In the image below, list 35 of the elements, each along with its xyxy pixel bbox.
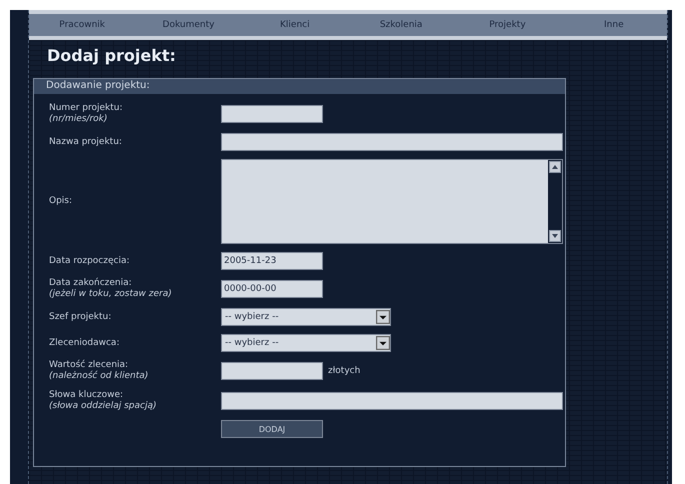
field-label: Szef projektu: <box>49 312 112 322</box>
page-title: Dodaj projekt: <box>46 45 177 67</box>
dropdown[interactable]: -- wybierz -- <box>221 334 391 352</box>
text-field[interactable]: 2005-11-23 <box>221 252 323 270</box>
field-label: Opis: <box>49 196 74 207</box>
field-hint: (należność od klienta) <box>49 371 150 382</box>
field-label: Data zakończenia: <box>49 278 133 289</box>
text-field[interactable] <box>221 133 563 151</box>
text-field[interactable] <box>221 362 323 380</box>
field-hint: (nr/mies/rok) <box>49 114 108 125</box>
nav-tab[interactable]: Szkolenia <box>348 14 454 36</box>
field-label: Nazwa projektu: <box>49 136 123 148</box>
field-label: Zleceniodawca: <box>49 338 120 348</box>
text-field[interactable] <box>221 105 323 123</box>
scrollbar[interactable] <box>548 160 562 243</box>
scroll-down-icon[interactable] <box>549 230 561 242</box>
field-label: Data rozpoczęcia: <box>49 256 131 266</box>
unit-label: złotych <box>328 366 360 376</box>
nav-tab[interactable]: Klienci <box>242 14 348 36</box>
field-label: Numer projektu: <box>49 103 124 114</box>
nav-tab[interactable]: Inne <box>560 14 667 36</box>
nav-tab[interactable]: Projekty <box>454 14 561 36</box>
panel-header: Dodawanie projektu: <box>34 79 565 94</box>
nav-tab[interactable]: Pracownik <box>29 14 136 36</box>
nav-tab[interactable]: Dokumenty <box>135 14 242 36</box>
text-field[interactable]: 0000-00-00 <box>221 280 323 298</box>
add-button[interactable]: DODAJ <box>221 420 323 438</box>
text-field[interactable] <box>221 392 563 410</box>
field-hint: (jeżeli w toku, zostaw zera) <box>49 289 173 300</box>
field-label: Słowa kluczowe: <box>49 390 124 401</box>
scroll-up-icon[interactable] <box>549 161 561 173</box>
field-hint: (słowa oddzielaj spacją) <box>49 401 158 412</box>
description-field[interactable] <box>221 159 563 244</box>
dropdown[interactable]: -- wybierz -- <box>221 308 391 326</box>
field-label: Wartość zlecenia: <box>49 360 130 370</box>
